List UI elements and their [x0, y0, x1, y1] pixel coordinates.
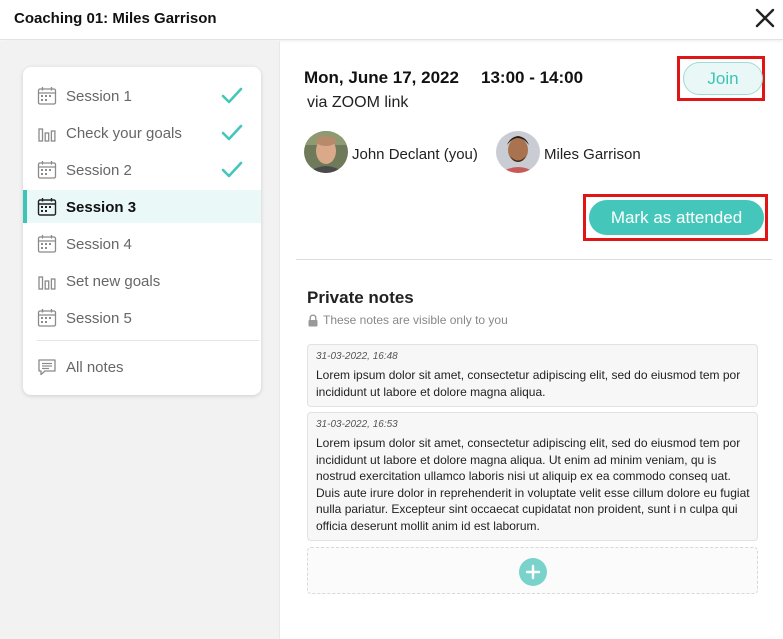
- add-note-button[interactable]: [519, 558, 547, 586]
- session-date: Mon, June 17, 2022: [304, 68, 459, 87]
- sidebar-item-label: Set new goals: [66, 273, 161, 290]
- title-bar: Coaching 01: Miles Garrison: [0, 0, 783, 40]
- pane-divider: [279, 41, 280, 639]
- calendar-icon: [37, 198, 57, 216]
- participant-name: Miles Garrison: [544, 146, 641, 163]
- bar-chart-icon: [38, 276, 56, 290]
- window-title: Coaching 01: Miles Garrison: [14, 10, 217, 27]
- sidebar-item-label: Session 5: [66, 310, 132, 327]
- sidebar-item-session-1[interactable]: Session 1: [23, 79, 261, 112]
- mark-attended-button[interactable]: Mark as attended: [589, 200, 764, 235]
- note-text: Lorem ipsum dolor sit amet, consectetur …: [316, 368, 741, 399]
- session-nav: Session 1 Check your goals Session 2 Ses…: [23, 67, 261, 395]
- section-divider: [296, 259, 772, 260]
- sidebar-item-set-goals[interactable]: Set new goals: [23, 264, 261, 297]
- participant-john: John Declant (you): [304, 131, 484, 173]
- sidebar-item-session-4[interactable]: Session 4: [23, 227, 261, 260]
- notes-icon: [38, 359, 56, 376]
- note-text: Lorem ipsum dolor sit amet, consectetur …: [316, 436, 750, 533]
- session-time: 13:00 - 14:00: [481, 68, 584, 87]
- checkmark-icon: [221, 161, 243, 178]
- sidebar-pane: Session 1 Check your goals Session 2 Ses…: [0, 41, 279, 639]
- sidebar-item-label: Session 2: [66, 162, 132, 179]
- notes-heading: Private notes: [307, 288, 414, 307]
- note-card[interactable]: 31-03-2022, 16:53 Lorem ipsum dolor sit …: [307, 412, 758, 541]
- sidebar-item-label: Session 1: [66, 88, 132, 105]
- close-icon[interactable]: [753, 6, 777, 30]
- notes-privacy-text: These notes are visible only to you: [323, 313, 508, 327]
- sidebar-item-label: Session 3: [66, 199, 137, 216]
- calendar-icon: [37, 161, 57, 179]
- sidebar-item-check-goals[interactable]: Check your goals: [23, 116, 261, 149]
- sidebar-item-label: All notes: [66, 359, 124, 376]
- note-timestamp: 31-03-2022, 16:48: [316, 351, 398, 362]
- note-timestamp: 31-03-2022, 16:53: [316, 419, 398, 430]
- note-card[interactable]: 31-03-2022, 16:48 Lorem ipsum dolor sit …: [307, 344, 758, 407]
- calendar-icon: [37, 309, 57, 327]
- participant-miles: Miles Garrison: [496, 131, 656, 173]
- join-highlight: Join: [677, 56, 765, 101]
- sidebar-item-label: Check your goals: [66, 125, 182, 142]
- checkmark-icon: [221, 87, 243, 104]
- nav-divider: [37, 340, 259, 341]
- avatar: [496, 131, 540, 173]
- sidebar-item-label: Session 4: [66, 236, 132, 253]
- sidebar-item-all-notes[interactable]: All notes: [23, 350, 261, 383]
- checkmark-icon: [221, 124, 243, 141]
- bar-chart-icon: [38, 128, 56, 142]
- notes-privacy-hint: These notes are visible only to you: [307, 313, 508, 327]
- mark-attended-highlight: Mark as attended: [583, 194, 768, 241]
- participant-name: John Declant (you): [352, 146, 478, 163]
- join-button[interactable]: Join: [683, 62, 763, 95]
- sidebar-item-session-3[interactable]: Session 3: [23, 190, 261, 223]
- calendar-icon: [37, 235, 57, 253]
- active-indicator: [23, 190, 27, 223]
- sidebar-item-session-5[interactable]: Session 5: [23, 301, 261, 334]
- avatar: [304, 131, 348, 173]
- plus-icon: [525, 564, 541, 580]
- sidebar-item-session-2[interactable]: Session 2: [23, 153, 261, 186]
- calendar-icon: [37, 87, 57, 105]
- lock-icon: [308, 313, 318, 326]
- session-location: via ZOOM link: [307, 94, 409, 111]
- add-note-area[interactable]: [307, 547, 758, 594]
